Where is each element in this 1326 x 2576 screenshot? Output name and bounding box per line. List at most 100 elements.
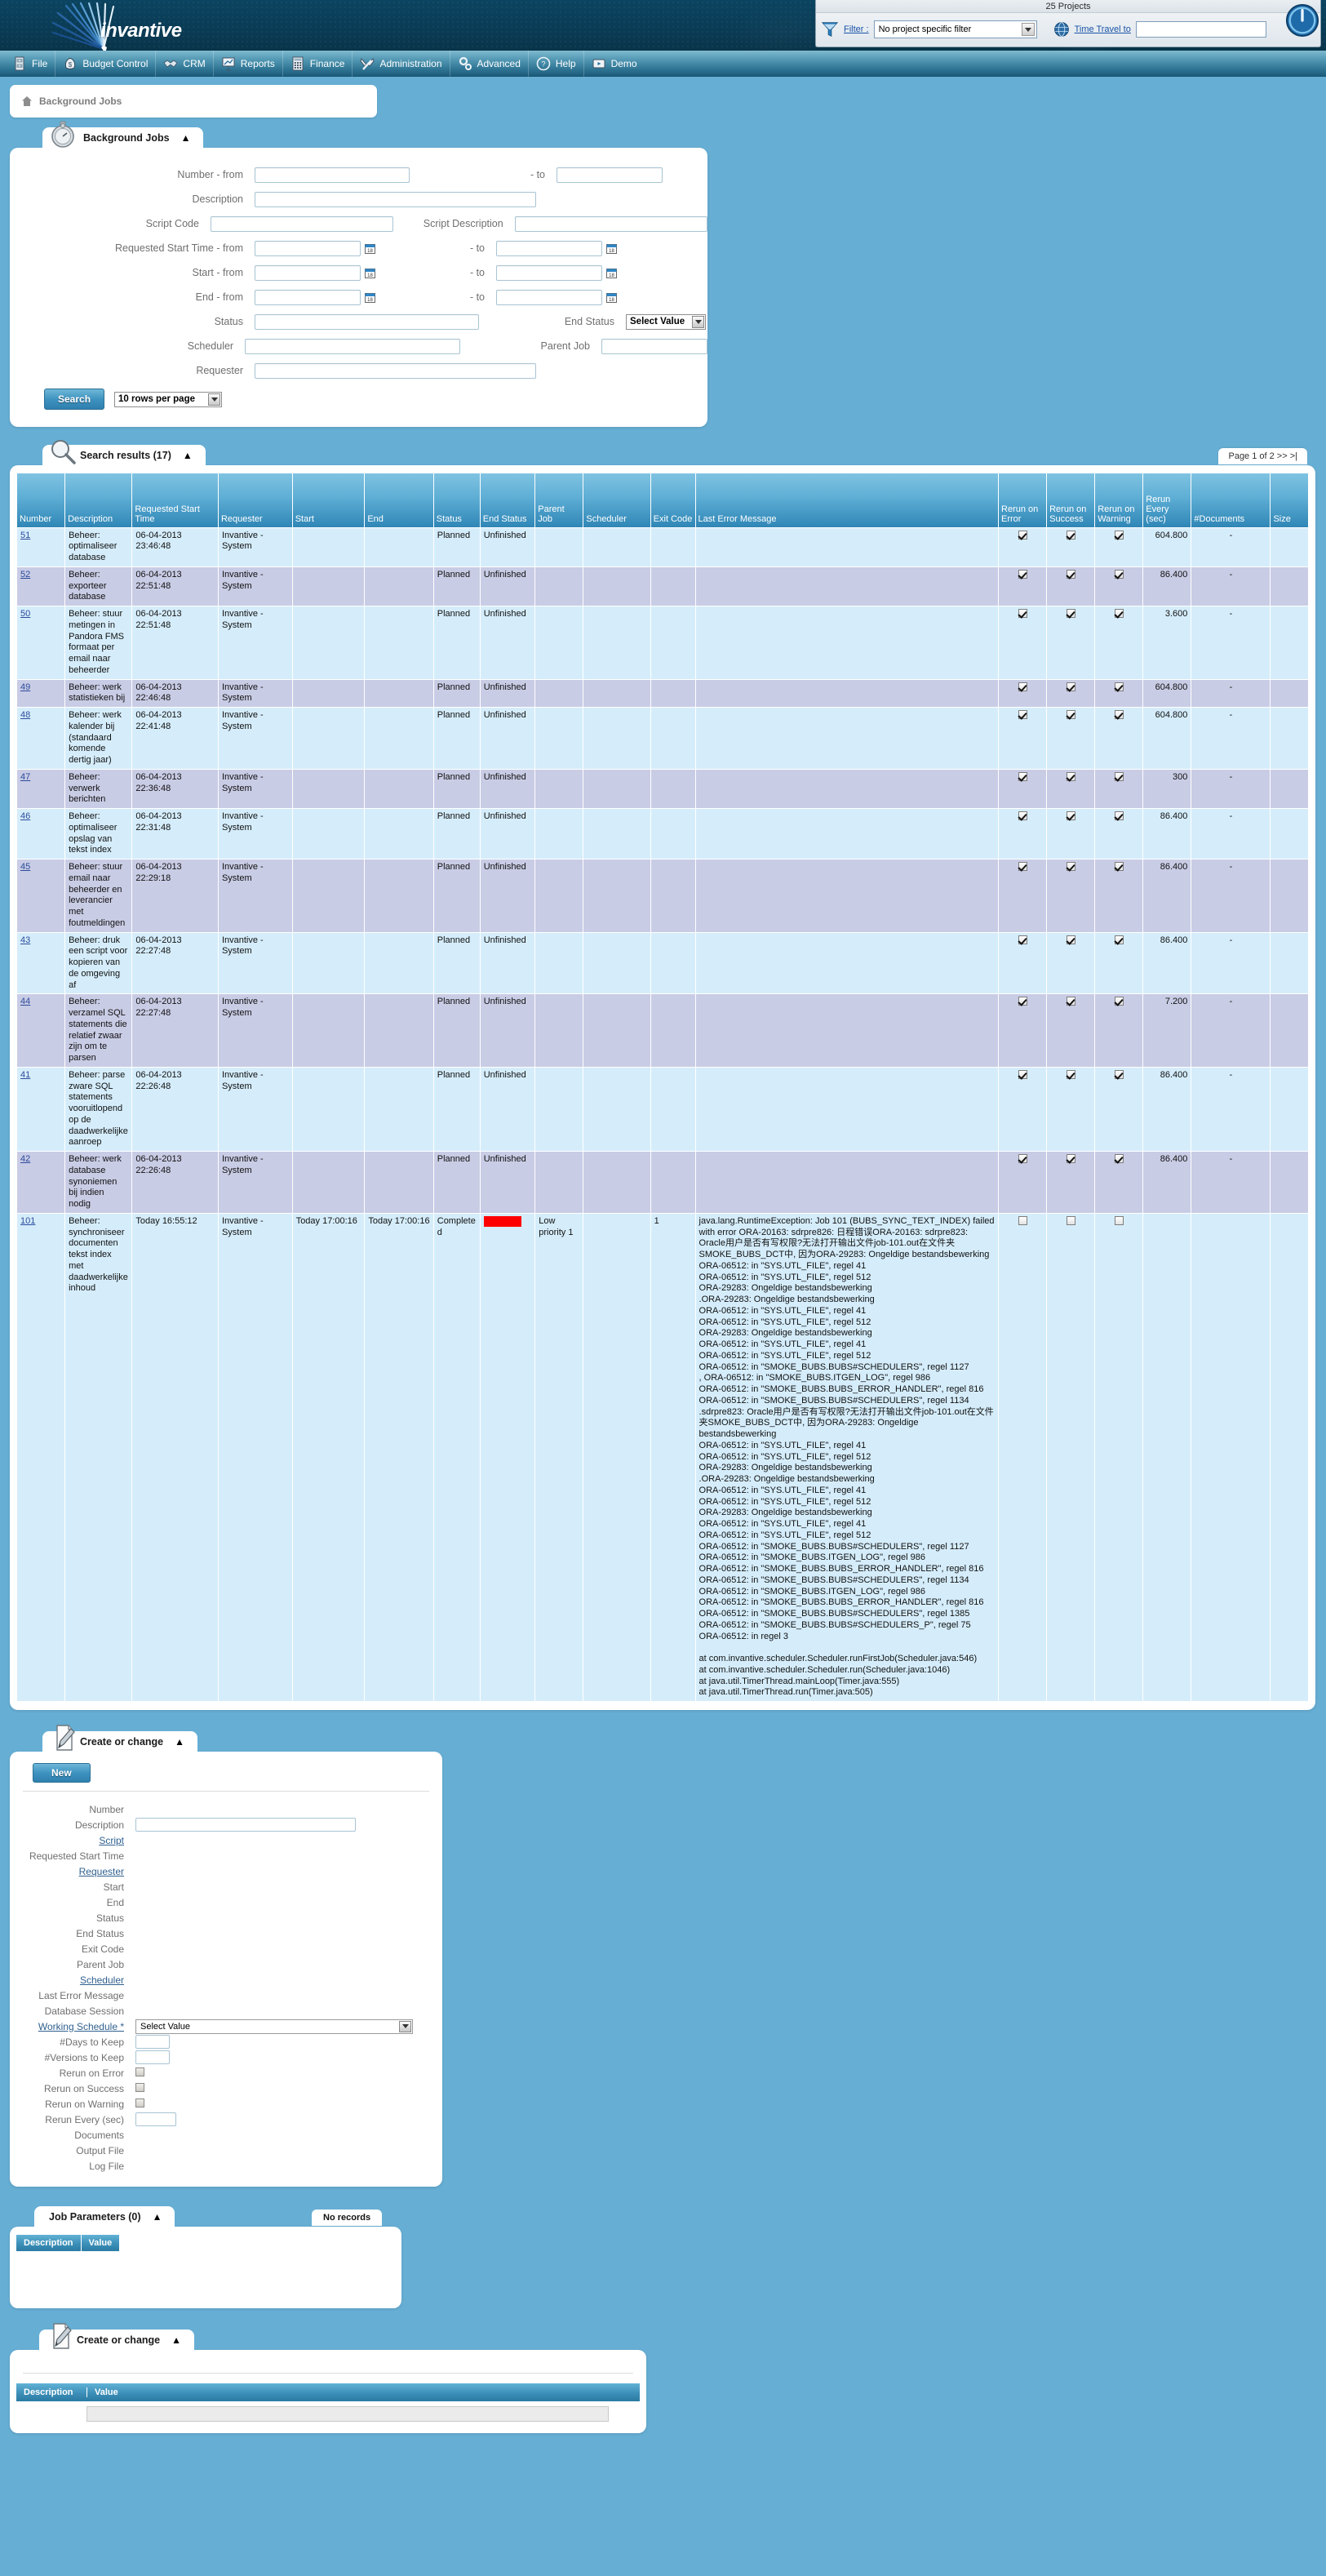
create-change-tab[interactable]: Create or change ▲ (42, 1725, 198, 1752)
field-label[interactable]: Working Schedule * (10, 2021, 132, 2032)
checkbox-icon[interactable] (1114, 530, 1124, 540)
cell-number[interactable]: 101 (16, 1212, 66, 1703)
pcc-col-value[interactable]: Value (86, 2387, 640, 2397)
checkbox-icon[interactable] (1114, 997, 1124, 1006)
col-requested-start-time[interactable]: Requested Start Time (131, 473, 219, 528)
menu-item-crm[interactable]: CRM (156, 50, 214, 77)
checkbox-icon[interactable] (1066, 609, 1075, 618)
cell-number[interactable]: 41 (16, 1066, 66, 1153)
checkbox-icon[interactable] (1018, 710, 1027, 719)
power-button[interactable] (1285, 3, 1319, 38)
cell-rerun-on-warning[interactable] (1094, 1212, 1144, 1703)
calendar-icon[interactable]: 18 (606, 243, 617, 254)
collapse-chevron-icon[interactable]: ▲ (171, 2334, 181, 2346)
menu-item-advanced[interactable]: Advanced (450, 50, 529, 77)
cell-number[interactable]: 43 (16, 931, 66, 995)
table-row[interactable]: 41 Beheer: parse zware SQL statements voo… (16, 1066, 1309, 1153)
checkbox-icon[interactable] (1066, 811, 1075, 820)
cell-rerun-on-success[interactable] (1046, 678, 1096, 708)
search-panel-tab[interactable]: Background Jobs ▲ (42, 121, 204, 149)
col-scheduler[interactable]: Scheduler (583, 473, 651, 528)
table-row[interactable]: 44 Beheer: verzamel SQL statements die re… (16, 993, 1309, 1068)
checkbox-icon[interactable] (1066, 1069, 1075, 1079)
checkbox-icon[interactable] (1114, 862, 1124, 871)
cell-rerun-on-warning[interactable] (1094, 606, 1144, 680)
param-create-change-tab[interactable]: Create or change ▲ (39, 2323, 195, 2351)
job-number-link[interactable]: 101 (20, 1216, 35, 1226)
checkbox-icon[interactable] (135, 2098, 144, 2107)
text-input[interactable] (135, 1818, 356, 1832)
pcc-col-description[interactable]: Description (16, 2387, 86, 2397)
table-row[interactable]: 52 Beheer: exporteer database 06-04-2013 2… (16, 566, 1309, 607)
checkbox-icon[interactable] (1114, 682, 1124, 691)
cell-rerun-on-warning[interactable] (1094, 1066, 1144, 1153)
start-to-input[interactable] (496, 264, 602, 281)
results-panel-tab[interactable]: Search results (17) ▲ (42, 440, 206, 466)
cell-rerun-on-error[interactable] (998, 1212, 1048, 1703)
cell-rerun-on-success[interactable] (1046, 1066, 1096, 1153)
cell-rerun-on-warning[interactable] (1094, 859, 1144, 933)
job-number-link[interactable]: 51 (20, 531, 30, 540)
param-col-value[interactable]: Value (81, 2235, 120, 2251)
param-value-input[interactable] (86, 2406, 609, 2422)
job-number-link[interactable]: 44 (20, 997, 30, 1006)
cell-rerun-on-success[interactable] (1046, 768, 1096, 810)
col-description[interactable]: Description (64, 473, 133, 528)
checkbox-icon[interactable] (1066, 1154, 1075, 1163)
cell-number[interactable]: 42 (16, 1151, 66, 1214)
field-label[interactable]: Scheduler (10, 1974, 132, 1986)
cell-number[interactable]: 52 (16, 566, 66, 607)
checkbox-icon[interactable] (1114, 1215, 1124, 1225)
cell-rerun-on-success[interactable] (1046, 707, 1096, 770)
checkbox-icon[interactable] (1018, 811, 1027, 820)
table-row[interactable]: 51 Beheer: optimaliseer database 06-04-201… (16, 526, 1309, 567)
checkbox-icon[interactable] (1018, 1069, 1027, 1079)
cell-rerun-on-error[interactable] (998, 859, 1048, 933)
job-number-link[interactable]: 43 (20, 935, 30, 945)
description-input[interactable] (255, 191, 536, 207)
script-description-input[interactable] (514, 215, 707, 232)
script-code-input[interactable] (210, 215, 394, 232)
checkbox-icon[interactable] (1066, 862, 1075, 871)
checkbox-icon[interactable] (1114, 811, 1124, 820)
col-number[interactable]: Number (16, 473, 66, 528)
parent-job-input[interactable] (601, 338, 707, 354)
menu-item-administration[interactable]: Administration (353, 50, 450, 77)
job-number-link[interactable]: 52 (20, 570, 30, 580)
number-from-input[interactable] (255, 167, 410, 183)
table-row[interactable]: 45 Beheer: stuur email naar beheerder en … (16, 859, 1309, 933)
field-label[interactable]: Requester (10, 1866, 132, 1877)
collapse-chevron-icon[interactable]: ▲ (175, 1736, 184, 1748)
checkbox-icon[interactable] (1114, 771, 1124, 781)
checkbox-icon[interactable] (1066, 569, 1075, 579)
cell-rerun-on-success[interactable] (1046, 606, 1096, 680)
number-to-input[interactable] (557, 167, 663, 183)
job-number-link[interactable]: 49 (20, 682, 30, 692)
cell-number[interactable]: 51 (16, 526, 66, 567)
calendar-icon[interactable]: 18 (365, 292, 375, 303)
cell-rerun-on-error[interactable] (998, 808, 1048, 859)
checkbox-icon[interactable] (1066, 935, 1075, 944)
checkbox-icon[interactable] (1018, 609, 1027, 618)
checkbox-icon[interactable] (1114, 609, 1124, 618)
col-start[interactable]: Start (291, 473, 366, 528)
chevron-down-icon[interactable] (208, 393, 221, 406)
table-row[interactable]: 50 Beheer: stuur metingen in Pandora FMS … (16, 606, 1309, 680)
checkbox-icon[interactable] (135, 2082, 144, 2092)
col-parent-job[interactable]: Parent Job (534, 473, 584, 528)
col-rerun-on-success[interactable]: Rerun on Success (1046, 473, 1096, 528)
cell-rerun-on-warning[interactable] (1094, 566, 1144, 607)
cell-rerun-on-error[interactable] (998, 1151, 1048, 1214)
calendar-icon[interactable]: 18 (365, 268, 375, 278)
table-row[interactable]: 101 Beheer: synchroniseer documenten teks… (16, 1212, 1309, 1703)
cell-rerun-on-error[interactable] (998, 678, 1048, 708)
checkbox-icon[interactable] (1018, 771, 1027, 781)
text-input[interactable] (135, 2050, 170, 2064)
checkbox-icon[interactable] (1114, 935, 1124, 944)
menu-item-demo[interactable]: Demo (584, 51, 645, 77)
menu-item-reports[interactable]: Reports (214, 50, 283, 77)
requester-input[interactable] (255, 362, 536, 379)
chevron-down-icon[interactable] (1021, 23, 1035, 36)
cell-rerun-on-success[interactable] (1046, 1151, 1096, 1214)
checkbox-icon[interactable] (1066, 1215, 1075, 1225)
